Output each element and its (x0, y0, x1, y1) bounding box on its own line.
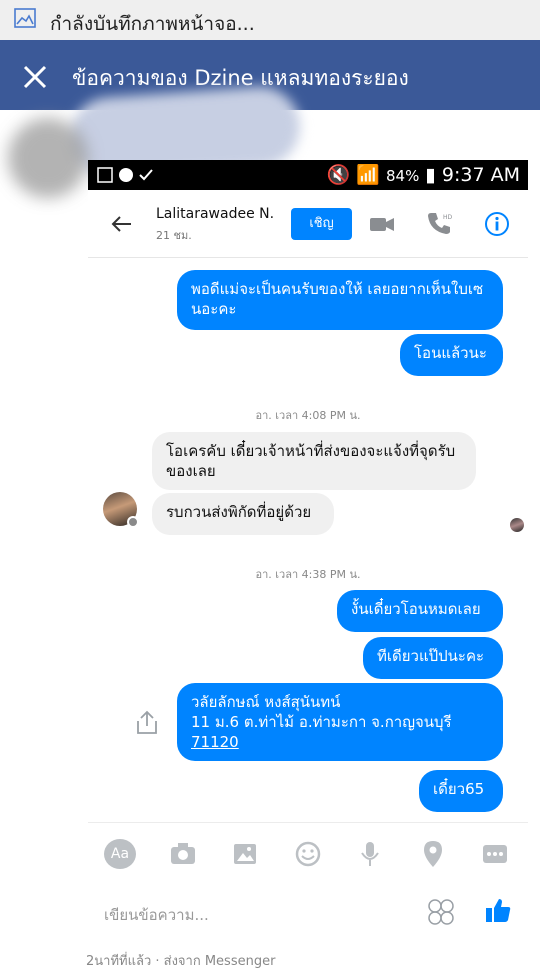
video-call-icon[interactable] (368, 210, 396, 238)
notification-bar: กำลังบันทึกภาพหน้าจอ... (0, 0, 540, 40)
footer-text: 2นาทีที่แล้ว · ส่งจาก Messenger (86, 954, 276, 969)
message-bubble-received[interactable]: โอเครคับ เดี๋ยวเจ้าหน้าที่ส่งของจะแจ้งที… (152, 432, 476, 490)
svg-text:HD: HD (443, 214, 453, 221)
battery-icon: ▮ (425, 164, 436, 186)
address-line: วลัยลักษณ์ หงส์สุนันทน์ (191, 693, 341, 711)
status-bar: 🔇 📶 84% ▮ 9:37 AM (88, 160, 528, 190)
text-style-button[interactable]: Aa (104, 839, 136, 869)
timestamp: อา. เวลา 4:38 PM น. (255, 568, 361, 581)
postcode-link[interactable]: 71120 (191, 732, 489, 752)
address-line: 11 ม.6 ต.ท่าไม้ อ.ท่ามะกา จ.กาญจนบุรี (191, 713, 452, 731)
wifi-icon: 📶 (356, 164, 380, 186)
photo-icon[interactable] (228, 837, 262, 871)
composer-toolbar: Aa เขียนข้อความ... (88, 822, 528, 945)
like-icon[interactable] (483, 895, 513, 925)
microphone-icon[interactable] (353, 837, 387, 871)
emoji-icon[interactable] (291, 837, 325, 871)
chat-header: Lalitarawadee N... 21 ชม. เชิญ HD (88, 190, 528, 258)
message-bubble-received[interactable]: รบกวนส่งพิกัดที่อยู่ด้วย (152, 493, 334, 535)
seen-avatar (510, 518, 524, 532)
notification-icons (97, 167, 153, 183)
active-status: 21 ชม. (156, 229, 192, 242)
info-icon[interactable] (483, 210, 511, 238)
messenger-badge-icon (127, 516, 139, 528)
image-icon (14, 8, 36, 28)
mute-icon: 🔇 (326, 164, 351, 186)
battery-percent: 84% (385, 167, 420, 185)
contact-name[interactable]: Lalitarawadee N... (156, 206, 274, 222)
share-icon[interactable] (134, 708, 160, 736)
blurred-avatar (8, 118, 88, 198)
message-bubble-sent[interactable]: งั้นเดี๋ยวโอนหมดเลย (337, 590, 503, 632)
message-bubble-sent[interactable]: พอดีแม่จะเป็นคนรับของให้ เลยอยากเห็นใบเซ… (177, 270, 503, 330)
status-right: 🔇 📶 84% ▮ 9:37 AM (327, 163, 520, 186)
camera-icon[interactable] (166, 837, 200, 871)
notification-text: กำลังบันทึกภาพหน้าจอ... (50, 13, 255, 35)
avatar[interactable] (103, 492, 139, 528)
message-bubble-sent[interactable]: เดี๋ยว65 (419, 770, 503, 812)
location-icon[interactable] (416, 837, 450, 871)
timestamp: อา. เวลา 4:08 PM น. (255, 409, 361, 422)
attached-screenshot[interactable]: 🔇 📶 84% ▮ 9:37 AM Lalitarawadee N... 21 … (88, 160, 528, 945)
sticker-icon[interactable] (426, 897, 456, 927)
close-icon[interactable] (20, 62, 50, 92)
more-icon[interactable] (478, 837, 512, 871)
message-bubble-sent[interactable]: ทีเดียวแป๊ปนะคะ (363, 637, 503, 679)
message-bubble-sent[interactable]: โอนแล้วนะ (400, 334, 503, 376)
invite-button[interactable]: เชิญ (291, 208, 352, 240)
message-input[interactable]: เขียนข้อความ... (104, 903, 209, 927)
back-arrow-icon[interactable] (110, 212, 134, 236)
clock: 9:37 AM (441, 164, 520, 186)
voice-call-icon[interactable]: HD (425, 210, 453, 238)
address-message-bubble[interactable]: วลัยลักษณ์ หงส์สุนันทน์ 11 ม.6 ต.ท่าไม้ … (177, 683, 503, 761)
